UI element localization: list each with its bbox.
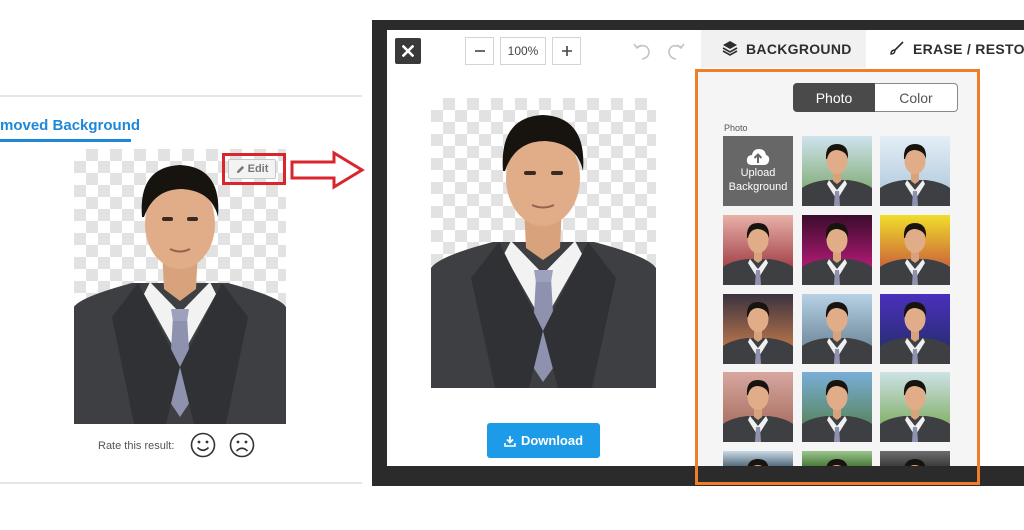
panel-highlight-box: [695, 69, 980, 485]
card-top-border: [0, 95, 362, 97]
preview-image: [431, 98, 656, 388]
zoom-out-button[interactable]: [465, 37, 494, 65]
result-image: [74, 149, 286, 424]
download-icon: [504, 435, 516, 447]
smiley-face-icon[interactable]: [190, 432, 216, 458]
minus-icon: [474, 50, 485, 52]
redo-icon[interactable]: [665, 40, 687, 62]
person-photo-preview: [431, 115, 656, 388]
layers-icon: [722, 41, 738, 56]
tab-background-label[interactable]: BACKGROUND: [746, 41, 852, 57]
download-button-label: Download: [520, 433, 584, 448]
close-icon: [402, 45, 414, 57]
brush-icon: [890, 41, 904, 55]
zoom-in-button[interactable]: [552, 37, 581, 65]
arrow-right-icon: [290, 150, 365, 190]
person-photo: [74, 165, 286, 424]
download-button[interactable]: Download: [487, 423, 600, 458]
removed-background-heading[interactable]: moved Background: [0, 117, 140, 134]
card-bottom-border: [0, 482, 362, 484]
plus-icon: [561, 46, 572, 56]
zoom-level: 100%: [500, 37, 546, 65]
heading-underline: [0, 139, 131, 142]
close-button[interactable]: [395, 38, 421, 64]
edit-highlight-box: [222, 153, 286, 185]
sad-face-icon[interactable]: [229, 432, 255, 458]
rate-label: Rate this result:: [98, 440, 175, 452]
tab-erase-restore[interactable]: ERASE / RESTORE: [913, 41, 1024, 57]
undo-icon[interactable]: [631, 40, 653, 62]
